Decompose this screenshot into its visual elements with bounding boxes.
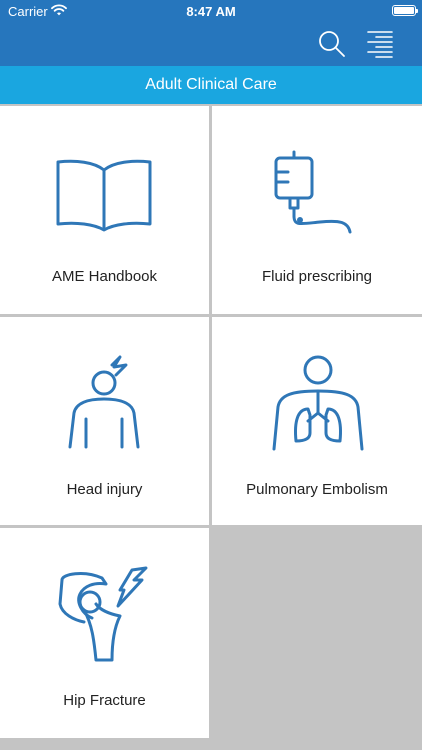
tile-label: Hip Fracture	[63, 692, 146, 709]
search-icon	[319, 31, 345, 57]
search-button[interactable]	[316, 28, 348, 60]
head-injury-icon	[68, 355, 140, 449]
tile-fluid-prescribing[interactable]: Fluid prescribing	[212, 106, 422, 314]
tile-head-injury[interactable]: Head injury	[0, 317, 209, 525]
hip-fracture-icon	[58, 566, 148, 662]
tile-label: Pulmonary Embolism	[246, 481, 388, 498]
lungs-icon	[272, 355, 364, 451]
bottom-strip	[0, 738, 422, 750]
section-title: Adult Clinical Care	[0, 66, 422, 104]
status-bar: Carrier 8:47 AM	[0, 0, 422, 22]
tile-label: AME Handbook	[51, 268, 158, 285]
tile-ame-handbook[interactable]: AME Handbook	[0, 106, 209, 314]
iv-drip-icon	[274, 150, 352, 234]
book-icon	[56, 159, 152, 232]
menu-button[interactable]	[364, 28, 396, 60]
tile-pulmonary-embolism[interactable]: Pulmonary Embolism	[212, 317, 422, 525]
top-bar: Carrier 8:47 AM	[0, 0, 422, 66]
status-time: 8:47 AM	[186, 4, 236, 19]
tile-label: Fluid prescribing	[261, 268, 373, 285]
tile-hip-fracture[interactable]: Hip Fracture	[0, 528, 209, 738]
battery-icon	[392, 5, 418, 16]
tile-label: Head injury	[66, 481, 143, 498]
menu-icon	[367, 31, 393, 58]
